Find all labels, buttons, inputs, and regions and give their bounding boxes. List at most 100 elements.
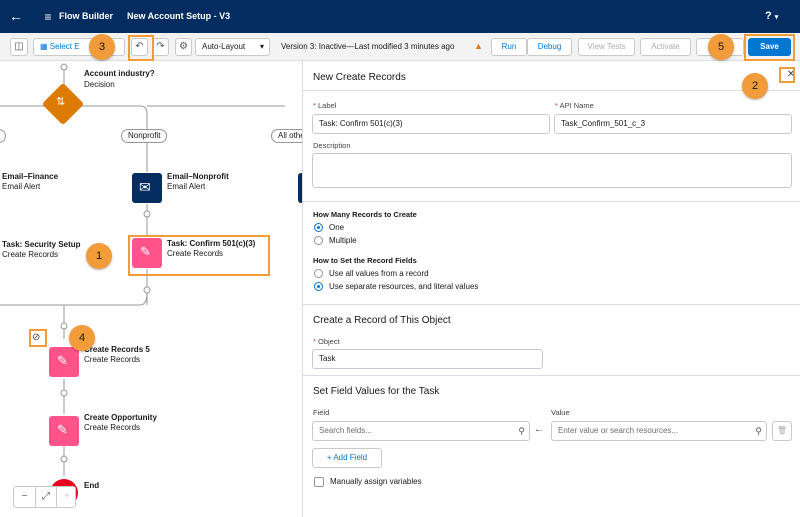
debug-button[interactable]: Debug	[527, 38, 572, 56]
create-opportunity-type: Create Records	[84, 423, 141, 432]
radio-all-values-label: Use all values from a record	[329, 269, 429, 278]
object-field-label: * Object	[313, 337, 340, 346]
search-icon: ⚲	[755, 426, 762, 436]
run-button[interactable]: Run	[491, 38, 527, 56]
version-status: Version 3: Inactive—Last modified 3 minu…	[281, 42, 455, 51]
api-name-input[interactable]: Task_Confirm_501_c_3	[554, 114, 792, 134]
chevron-down-icon: ▾	[774, 14, 779, 21]
value-search-input[interactable]: Enter value or search resources... ⚲	[551, 421, 767, 441]
divider	[303, 90, 800, 91]
field-column-label: Field	[313, 408, 330, 417]
toggle-panel-button[interactable]: ◫	[10, 38, 28, 56]
zoom-controls: − ⤢ +	[13, 486, 76, 508]
decision-icon: ⇅	[56, 96, 66, 108]
record-create-icon: ✎	[57, 422, 68, 437]
envelope-icon: ✉	[139, 179, 151, 195]
decision-title: Account industry?	[84, 69, 155, 78]
radio-separate-resources[interactable]	[314, 282, 323, 291]
radio-multiple[interactable]	[314, 236, 323, 245]
decision-type: Decision	[84, 80, 115, 89]
highlight-save	[744, 34, 795, 61]
delete-row-button[interactable]: 🗑	[772, 421, 792, 441]
create-records5-type: Create Records	[84, 355, 141, 364]
radio-one[interactable]	[314, 223, 323, 232]
properties-panel: New Create Records ✕ * Label Task: Confi…	[302, 61, 800, 517]
divider	[303, 304, 800, 305]
redo-button[interactable]: ↷	[152, 38, 169, 56]
manual-assign-checkbox[interactable]	[314, 477, 324, 487]
how-many-heading: How Many Records to Create	[313, 210, 417, 219]
callout-1: 1	[86, 243, 112, 269]
flow-name: New Account Setup - V3	[127, 11, 231, 21]
branch-other[interactable]: All othe	[271, 129, 302, 143]
label-input[interactable]: Task: Confirm 501(c)(3)	[312, 114, 550, 134]
email-nonprofit-title: Email–Nonprofit	[167, 172, 229, 181]
panel-title: New Create Records	[313, 72, 406, 83]
plus-icon: +	[326, 453, 332, 462]
create-opportunity-title: Create Opportunity	[84, 413, 157, 422]
highlight-close	[779, 67, 795, 83]
search-icon: ⚲	[518, 426, 525, 436]
settings-button[interactable]: ⚙	[175, 38, 192, 56]
email-nonprofit-node[interactable]: ✉	[132, 173, 162, 203]
field-search-input[interactable]: Search fields... ⚲	[312, 421, 530, 441]
email-nonprofit-type: Email Alert	[167, 182, 206, 191]
gear-icon: ⚙	[179, 41, 188, 52]
highlight-disabled	[29, 329, 47, 347]
warning-icon[interactable]: ▲	[474, 41, 483, 51]
record-create-icon: ✎	[57, 353, 68, 368]
redo-icon: ↷	[156, 41, 165, 52]
radio-all-values[interactable]	[314, 269, 323, 278]
radio-separate-resources-label: Use separate resources, and literal valu…	[329, 282, 479, 291]
task-security-type: Create Records	[2, 250, 59, 259]
trash-icon: 🗑	[776, 426, 788, 435]
chevron-down-icon: ▾	[259, 42, 264, 51]
value-column-label: Value	[551, 408, 570, 417]
how-set-heading: How to Set the Record Fields	[313, 256, 417, 265]
create-records5-node[interactable]: ✎	[49, 347, 79, 377]
divider	[303, 375, 800, 376]
api-name-label: * API Name	[555, 101, 594, 110]
callout-2: 2	[742, 73, 768, 99]
end-label: End	[84, 481, 100, 490]
email-finance-type: Email Alert	[2, 182, 41, 191]
email-finance-title: Email–Finance	[2, 172, 59, 181]
callout-4: 4	[69, 325, 95, 351]
fit-view-icon[interactable]: ⤢	[35, 487, 56, 507]
description-textarea[interactable]	[312, 153, 792, 188]
panel-toggle-icon: ◫	[14, 41, 24, 52]
callout-3: 3	[89, 34, 115, 60]
object-input[interactable]: Task	[312, 349, 543, 369]
field-values-heading: Set Field Values for the Task	[313, 386, 440, 397]
activate-button[interactable]: Activate	[640, 38, 691, 56]
manual-assign-label: Manually assign variables	[330, 477, 422, 486]
back-arrow-icon[interactable]: ←	[8, 8, 24, 24]
divider	[303, 201, 800, 202]
layout-select[interactable]: Auto-Layout ▾	[195, 38, 270, 56]
highlight-undo	[128, 35, 154, 61]
object-section-heading: Create a Record of This Object	[313, 315, 451, 326]
add-field-button[interactable]: + Add Field	[312, 448, 382, 468]
radio-one-label: One	[329, 223, 345, 232]
layout-value: Auto-Layout	[202, 42, 246, 51]
arrow-left-icon: ←	[534, 424, 544, 435]
app-name: Flow Builder	[59, 11, 113, 21]
create-opportunity-node[interactable]: ✎	[49, 416, 79, 446]
task-security-title: Task: Security Setup	[2, 240, 81, 249]
radio-multiple-label: Multiple	[329, 236, 357, 245]
description-label: Description	[313, 141, 351, 150]
create-records5-title: Create Records 5	[84, 345, 150, 354]
branch-nonprofit[interactable]: Nonprofit	[121, 129, 168, 143]
select-label: Select E	[49, 42, 80, 51]
zoom-in-icon[interactable]: +	[56, 487, 77, 507]
zoom-out-icon[interactable]: −	[14, 487, 35, 507]
flow-canvas[interactable]: ⇅ Account industry? Decision Nonprofit A…	[0, 61, 302, 517]
callout-5: 5	[708, 34, 734, 60]
help-menu[interactable]: ? ▾	[765, 10, 778, 22]
label-field-label: * Label	[313, 101, 337, 110]
help-icon: ?	[765, 10, 772, 22]
app-header: ← ≡ Flow Builder New Account Setup - V3 …	[0, 0, 800, 33]
highlight-task-confirm	[128, 235, 270, 276]
view-tests-button[interactable]: View Tests	[578, 38, 635, 56]
select-icon: ▦	[40, 42, 48, 51]
